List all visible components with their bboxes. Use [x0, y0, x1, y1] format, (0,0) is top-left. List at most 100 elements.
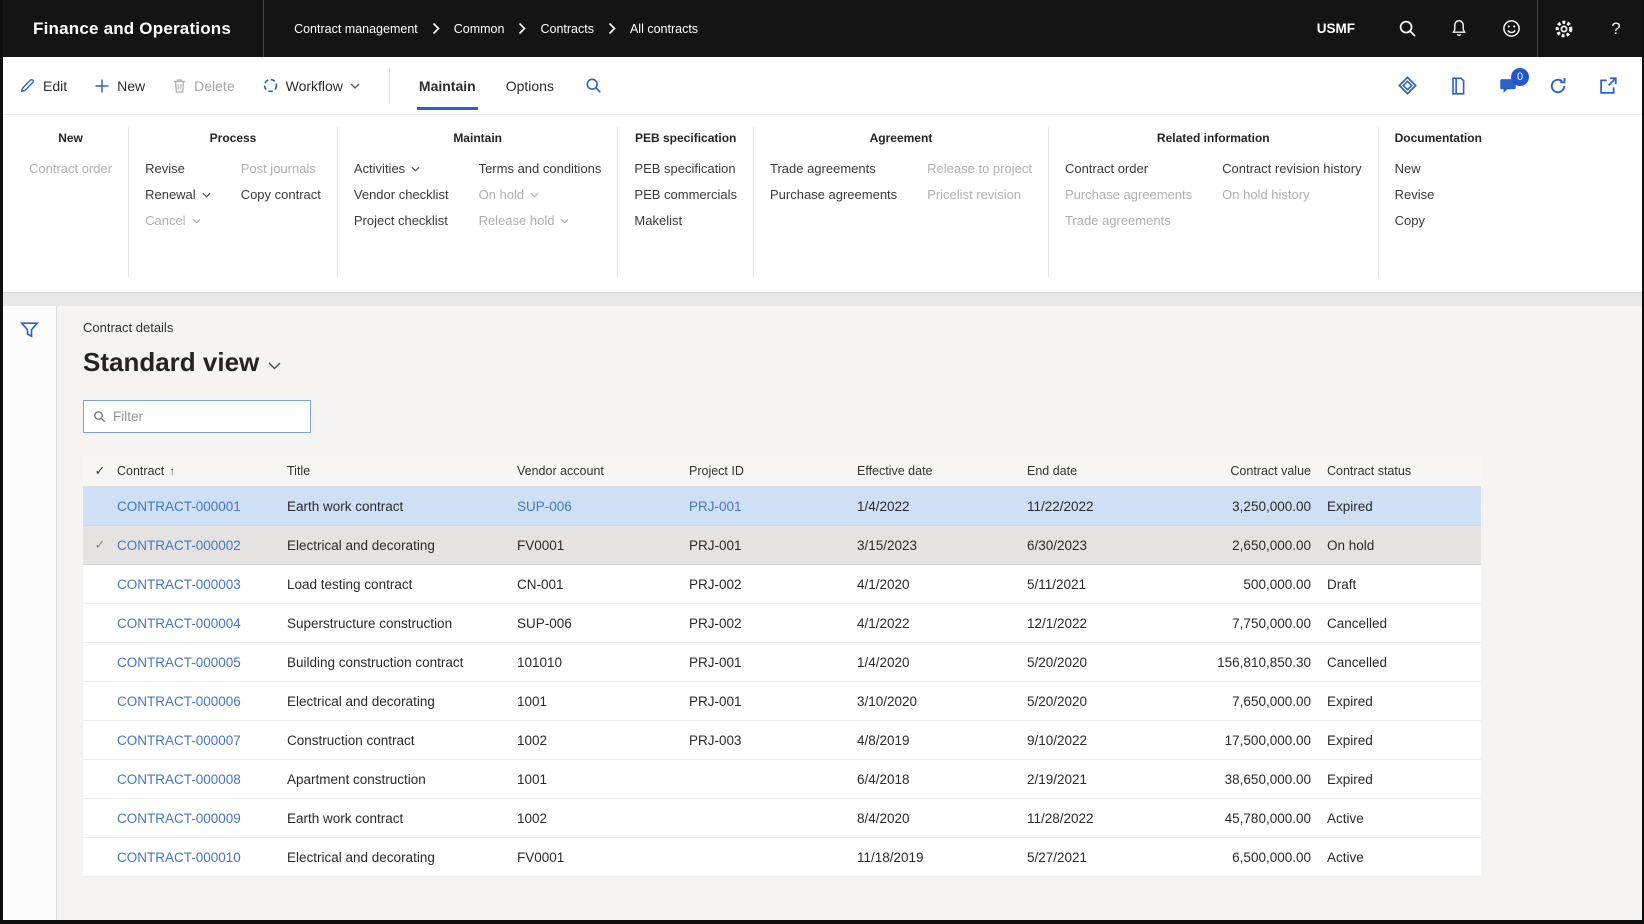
open-in-new-window-icon[interactable]: [1598, 76, 1618, 96]
purchase-agreements-button[interactable]: Purchase agreements: [770, 187, 897, 202]
filter-input[interactable]: [113, 409, 301, 424]
settings-gear-icon[interactable]: [1538, 0, 1590, 57]
project-link[interactable]: PRJ-001: [689, 499, 742, 514]
title-cell: Building construction contract: [287, 655, 517, 670]
documentation-revise-button[interactable]: Revise: [1395, 187, 1435, 202]
table-row[interactable]: CONTRACT-000001 Earth work contract SUP-…: [83, 487, 1481, 526]
contract-link[interactable]: CONTRACT-000008: [117, 772, 241, 787]
contract-link[interactable]: CONTRACT-000001: [117, 499, 241, 514]
column-header-project-id[interactable]: Project ID: [689, 464, 857, 478]
effective-date-cell: 3/15/2023: [857, 538, 1027, 553]
edit-button[interactable]: Edit: [19, 77, 67, 94]
messages-icon[interactable]: 0: [1498, 76, 1518, 96]
effective-date-cell: 4/1/2022: [857, 616, 1027, 631]
table-row[interactable]: CONTRACT-000004 Superstructure construct…: [83, 604, 1481, 643]
peb-specification-button[interactable]: PEB specification: [634, 161, 737, 176]
ribbon-group-title: Related information: [1065, 131, 1362, 145]
table-row[interactable]: CONTRACT-000009 Earth work contract 1002…: [83, 799, 1481, 838]
end-date-cell: 5/20/2020: [1027, 655, 1211, 670]
maintain-ribbon: New Contract order Process Revise Renewa…: [3, 115, 1642, 293]
contract-link[interactable]: CONTRACT-000003: [117, 577, 241, 592]
feedback-smiley-icon[interactable]: [1485, 0, 1537, 57]
breadcrumb: Contract management Common Contracts All…: [294, 22, 698, 36]
breadcrumb-chevron-icon: [518, 22, 526, 35]
grid-filter-box[interactable]: [83, 400, 311, 433]
breadcrumb-item-page[interactable]: All contracts: [630, 22, 698, 36]
row-checkbox[interactable]: ✓: [83, 537, 117, 553]
breadcrumb-item-module[interactable]: Contract management: [294, 22, 418, 36]
column-header-end-date[interactable]: End date: [1027, 464, 1211, 478]
view-selector[interactable]: Standard view: [83, 347, 281, 378]
contract-link[interactable]: CONTRACT-000010: [117, 850, 241, 865]
vendor-link[interactable]: SUP-006: [517, 499, 572, 514]
chevron-down-icon: [350, 83, 360, 89]
table-row[interactable]: CONTRACT-000003 Load testing contract CN…: [83, 565, 1481, 604]
company-picker[interactable]: USMF: [1291, 21, 1381, 36]
contract-revision-history-button[interactable]: Contract revision history: [1222, 161, 1361, 176]
office-book-icon[interactable]: [1448, 76, 1468, 96]
top-navigation-bar: Finance and Operations Contract manageme…: [3, 0, 1642, 57]
column-header-effective-date[interactable]: Effective date: [857, 464, 1027, 478]
power-apps-icon[interactable]: [1397, 75, 1418, 96]
contract-order-button: Contract order: [29, 161, 112, 176]
vendor-checklist-button[interactable]: Vendor checklist: [354, 187, 449, 202]
documentation-new-button[interactable]: New: [1395, 161, 1435, 176]
breadcrumb-chevron-icon: [608, 22, 616, 35]
trade-agreements-button[interactable]: Trade agreements: [770, 161, 897, 176]
app-title[interactable]: Finance and Operations: [3, 19, 263, 39]
on-hold-history-button: On hold history: [1222, 187, 1361, 202]
column-header-vendor-account[interactable]: Vendor account: [517, 464, 689, 478]
activities-button[interactable]: Activities: [354, 161, 449, 176]
tab-options[interactable]: Options: [491, 57, 569, 115]
contract-value-cell: 7,650,000.00: [1211, 694, 1311, 709]
project-cell: PRJ-002: [689, 577, 857, 592]
tab-maintain[interactable]: Maintain: [404, 57, 491, 115]
workflow-button[interactable]: Workflow: [262, 77, 360, 94]
renewal-button[interactable]: Renewal: [145, 187, 211, 202]
help-icon[interactable]: ?: [1590, 0, 1642, 57]
message-count-badge: 0: [1511, 68, 1529, 86]
ribbon-group-peb-specification: PEB specification PEB specification PEB …: [618, 127, 754, 277]
chevron-down-icon: [202, 192, 211, 198]
new-label: New: [117, 78, 145, 94]
filter-funnel-icon[interactable]: [19, 320, 40, 340]
related-contract-order-button[interactable]: Contract order: [1065, 161, 1192, 176]
makelist-button[interactable]: Makelist: [634, 213, 737, 228]
column-header-title[interactable]: Title: [287, 464, 517, 478]
documentation-copy-button[interactable]: Copy: [1395, 213, 1435, 228]
contract-link[interactable]: CONTRACT-000007: [117, 733, 241, 748]
copy-contract-button[interactable]: Copy contract: [241, 187, 321, 202]
column-header-contract[interactable]: Contract↑: [117, 464, 287, 478]
table-row[interactable]: CONTRACT-000005 Building construction co…: [83, 643, 1481, 682]
select-all-checkbox[interactable]: ✓: [83, 463, 117, 479]
table-row[interactable]: CONTRACT-000008 Apartment construction 1…: [83, 760, 1481, 799]
revise-button[interactable]: Revise: [145, 161, 211, 176]
peb-commercials-button[interactable]: PEB commercials: [634, 187, 737, 202]
ribbon-group-title: Process: [145, 131, 321, 145]
contract-link[interactable]: CONTRACT-000005: [117, 655, 241, 670]
sort-ascending-icon: ↑: [169, 464, 175, 478]
action-search-icon[interactable]: [585, 77, 602, 94]
refresh-icon[interactable]: [1548, 76, 1568, 96]
contract-link[interactable]: CONTRACT-000004: [117, 616, 241, 631]
view-title-label: Standard view: [83, 347, 259, 378]
table-row[interactable]: CONTRACT-000007 Construction contract 10…: [83, 721, 1481, 760]
contract-link[interactable]: CONTRACT-000006: [117, 694, 241, 709]
project-checklist-button[interactable]: Project checklist: [354, 213, 449, 228]
table-row[interactable]: CONTRACT-000006 Electrical and decoratin…: [83, 682, 1481, 721]
column-header-contract-value[interactable]: Contract value: [1211, 464, 1311, 478]
breadcrumb-item-section[interactable]: Contracts: [540, 22, 594, 36]
table-row[interactable]: ✓ CONTRACT-000002 Electrical and decorat…: [83, 526, 1481, 565]
contract-link[interactable]: CONTRACT-000009: [117, 811, 241, 826]
contract-link[interactable]: CONTRACT-000002: [117, 538, 241, 553]
ribbon-group-documentation: Documentation New Revise Copy: [1379, 127, 1498, 277]
table-row[interactable]: CONTRACT-000010 Electrical and decoratin…: [83, 838, 1481, 877]
breadcrumb-item-area[interactable]: Common: [454, 22, 505, 36]
notifications-bell-icon[interactable]: [1433, 0, 1485, 57]
plus-icon: [94, 78, 110, 94]
terms-and-conditions-button[interactable]: Terms and conditions: [479, 161, 602, 176]
column-header-contract-status[interactable]: Contract status: [1311, 464, 1481, 478]
vendor-cell: 1001: [517, 694, 689, 709]
search-icon[interactable]: [1381, 0, 1433, 57]
new-button[interactable]: New: [94, 78, 145, 94]
